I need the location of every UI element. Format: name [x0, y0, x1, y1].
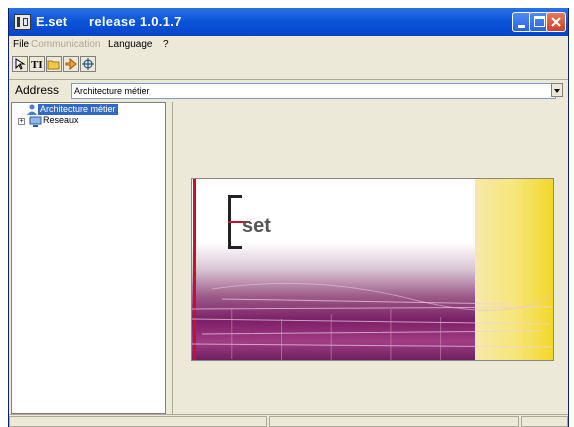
main-panel: set — [172, 102, 568, 414]
network-icon — [29, 116, 42, 127]
folder-tool-button[interactable] — [46, 56, 62, 72]
tree-expander[interactable]: + — [18, 118, 25, 125]
folder-icon — [47, 60, 60, 70]
logo-e-bottom — [228, 246, 242, 249]
address-dropdown-button[interactable] — [551, 83, 563, 97]
text-tool-icon: TI — [31, 59, 43, 71]
text-tool-button[interactable]: TI — [29, 56, 45, 72]
maximize-icon — [534, 16, 545, 27]
close-button[interactable] — [546, 12, 566, 32]
menu-communication[interactable]: Communication — [31, 39, 100, 50]
close-icon — [551, 17, 561, 27]
title-bar[interactable]: E.set release 1.0.1.7 — [9, 8, 568, 36]
status-bar — [9, 414, 568, 427]
status-panel-left — [9, 416, 267, 427]
menu-file[interactable]: File — [13, 39, 29, 50]
address-label: Address — [15, 83, 60, 97]
svg-text:TI: TI — [31, 59, 43, 71]
address-bar: Address Architecture métier — [9, 79, 568, 101]
menu-bar: File Communication Language ? — [9, 36, 568, 53]
logo-text: set — [242, 215, 271, 237]
toolbar: TI — [9, 54, 568, 76]
export-icon — [65, 57, 77, 71]
tree-item-reseaux[interactable]: Reseaux — [43, 115, 79, 126]
logo-e-top — [228, 195, 242, 198]
settings-tool-button[interactable] — [80, 56, 96, 72]
address-field[interactable]: Architecture métier — [71, 83, 556, 99]
window-title: E.set — [36, 14, 68, 29]
settings-icon — [82, 58, 94, 70]
status-panel-middle — [269, 416, 519, 427]
release-label: release 1.0.1.7 — [89, 14, 182, 29]
tree-panel[interactable]: Architecture métier + Reseaux — [11, 102, 166, 414]
open-tool-button[interactable] — [12, 56, 28, 72]
app-window: E.set release 1.0.1.7 File Communication… — [8, 8, 569, 427]
eset-logo: set — [228, 195, 298, 255]
export-tool-button[interactable] — [63, 56, 79, 72]
banner-circuit-pattern — [192, 282, 553, 360]
open-icon — [15, 58, 26, 70]
tree-item-architecture[interactable]: Architecture métier — [38, 104, 118, 115]
menu-help[interactable]: ? — [163, 39, 169, 50]
minimize-icon — [518, 25, 525, 28]
status-panel-right — [521, 416, 568, 427]
menu-language[interactable]: Language — [108, 39, 153, 50]
eset-banner-image: set — [191, 178, 554, 361]
app-icon[interactable] — [14, 14, 31, 30]
